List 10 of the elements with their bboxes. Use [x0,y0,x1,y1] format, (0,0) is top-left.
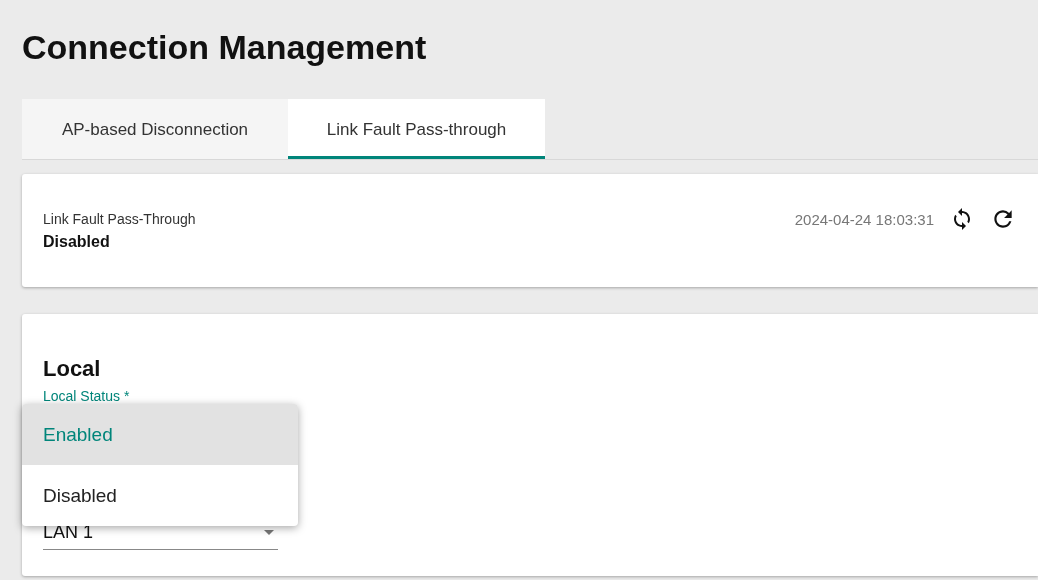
tab[interactable]: Link Fault Pass-through [288,99,545,159]
status-label: Link Fault Pass-Through [43,211,196,227]
page-title: Connection Management [22,28,428,66]
menu-option[interactable]: Enabled [22,404,298,465]
section-title: Local [43,356,101,382]
tab[interactable]: AP-based Disconnection [22,99,288,159]
caret-icon [264,530,274,535]
field-label: Local Status * [43,388,130,404]
status-value: Disabled [43,233,111,251]
timestamp: 2024-04-24 18:03:31 [794,210,934,228]
